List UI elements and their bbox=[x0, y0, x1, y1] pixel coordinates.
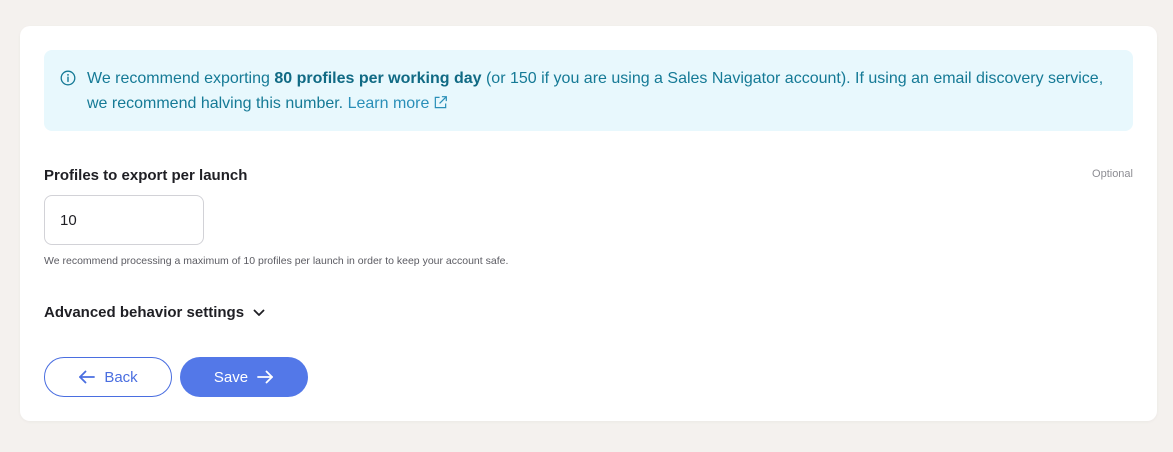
profiles-per-launch-input[interactable] bbox=[44, 195, 204, 245]
optional-label: Optional bbox=[1092, 168, 1133, 180]
banner-text-bold: 80 profiles per working day bbox=[274, 70, 482, 87]
advanced-settings-toggle[interactable]: Advanced behavior settings bbox=[44, 304, 266, 321]
advanced-settings-label: Advanced behavior settings bbox=[44, 304, 245, 321]
arrow-left-icon bbox=[79, 370, 96, 384]
external-link-icon bbox=[435, 96, 448, 109]
settings-card: We recommend exporting 80 profiles per w… bbox=[20, 26, 1157, 421]
banner-text-before: We recommend exporting bbox=[87, 70, 275, 87]
chevron-down-icon bbox=[253, 309, 265, 316]
learn-more-label: Learn more bbox=[347, 95, 430, 112]
field-hint: We recommend processing a maximum of 10 … bbox=[44, 255, 509, 267]
info-icon bbox=[60, 70, 76, 86]
back-button[interactable]: Back bbox=[44, 357, 172, 397]
arrow-right-icon bbox=[257, 370, 273, 384]
save-button-label: Save bbox=[213, 368, 249, 386]
back-button-label: Back bbox=[104, 368, 138, 386]
profiles-per-launch-label: Profiles to export per launch bbox=[44, 167, 248, 184]
learn-more-link[interactable]: Learn more bbox=[348, 95, 449, 112]
save-button[interactable]: Save bbox=[180, 357, 308, 397]
info-banner: We recommend exporting 80 profiles per w… bbox=[44, 50, 1133, 131]
